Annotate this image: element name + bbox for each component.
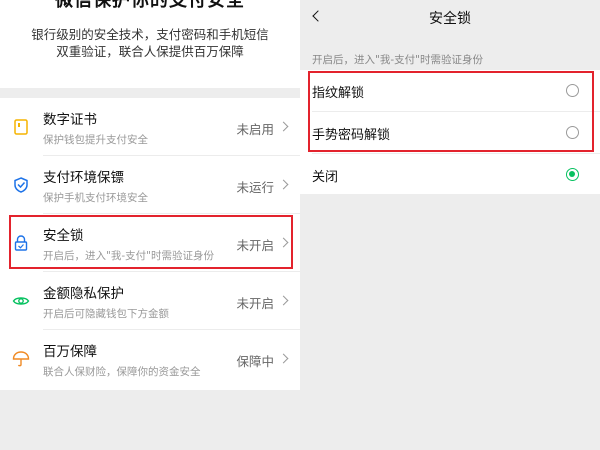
item-subtitle: 保护手机支付环境安全 xyxy=(43,192,148,204)
list-item-million-guarantee[interactable]: 百万保障 联合人保财险，保障你的资金安全 保障中 xyxy=(0,330,300,388)
item-title: 数字证书 xyxy=(43,112,97,128)
option-off[interactable]: 关闭 xyxy=(300,154,600,196)
eye-icon xyxy=(12,292,30,310)
hero-desc-line1: 银行级别的安全技术，支付密码和手机短信 xyxy=(31,27,269,42)
list-item-amount-privacy[interactable]: 金额隐私保护 开启后可隐藏钱包下方金额 未开启 xyxy=(0,272,300,330)
item-subtitle: 保护钱包提升支付安全 xyxy=(43,134,148,146)
certificate-icon xyxy=(12,118,30,136)
item-status: 未启用 xyxy=(236,122,274,137)
security-lock-settings-panel: 安全锁 开启后，进入"我-支付"时需验证身份 指纹解锁 手势密码解锁 关闭 xyxy=(300,0,600,450)
chevron-right-icon xyxy=(278,353,289,364)
item-subtitle: 开启后可隐藏钱包下方金额 xyxy=(43,308,169,320)
item-title: 百万保障 xyxy=(43,344,97,360)
security-hero: 微信保护你的支付安全 银行级别的安全技术，支付密码和手机短信 双重验证，联合人保… xyxy=(0,0,300,88)
highlight-box-security-lock xyxy=(9,215,293,269)
item-status: 未运行 xyxy=(236,180,274,195)
item-status: 保障中 xyxy=(236,354,274,369)
lock-hint-text: 开启后，进入"我-支付"时需验证身份 xyxy=(312,54,483,66)
umbrella-icon xyxy=(12,350,30,368)
chevron-right-icon xyxy=(278,121,289,132)
list-item-digital-certificate[interactable]: 数字证书 保护钱包提升支付安全 未启用 xyxy=(0,98,300,156)
nav-bar: 安全锁 xyxy=(300,0,600,34)
highlight-box-unlock-options xyxy=(308,71,594,152)
chevron-right-icon xyxy=(278,295,289,306)
hero-desc-line2: 双重验证，联合人保提供百万保障 xyxy=(56,44,244,59)
page-title: 安全锁 xyxy=(429,11,471,27)
chevron-right-icon xyxy=(278,179,289,190)
list-item-payment-guard[interactable]: 支付环境保镖 保护手机支付环境安全 未运行 xyxy=(0,156,300,214)
radio-button-selected[interactable] xyxy=(566,168,579,181)
item-status: 未开启 xyxy=(236,296,274,311)
option-label: 关闭 xyxy=(312,170,339,185)
item-title: 支付环境保镖 xyxy=(43,170,124,186)
hero-title: 微信保护你的支付安全 xyxy=(55,0,245,11)
item-title: 金额隐私保护 xyxy=(43,286,124,302)
security-center-panel: 微信保护你的支付安全 银行级别的安全技术，支付密码和手机短信 双重验证，联合人保… xyxy=(0,0,300,450)
shield-check-icon xyxy=(12,176,30,194)
hero-description: 银行级别的安全技术，支付密码和手机短信 双重验证，联合人保提供百万保障 xyxy=(0,26,300,60)
item-subtitle: 联合人保财险，保障你的资金安全 xyxy=(43,366,201,378)
